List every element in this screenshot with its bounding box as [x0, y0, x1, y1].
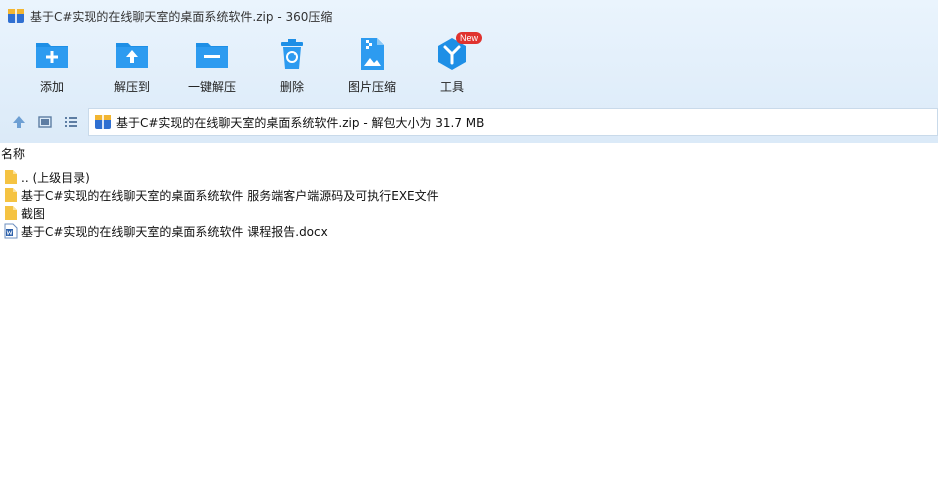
list-item-folder[interactable]: 基于C#实现的在线聊天室的桌面系统软件 服务端客户端源码及可执行EXE文件: [0, 186, 938, 204]
delete-button[interactable]: 删除: [252, 36, 332, 100]
up-level-button[interactable]: [10, 113, 28, 131]
word-doc-icon: [4, 223, 18, 239]
image-compress-icon: [361, 38, 384, 70]
list-item-file[interactable]: 基于C#实现的在线聊天室的桌面系统软件 课程报告.docx: [0, 222, 938, 240]
extract-to-button[interactable]: 解压到: [92, 36, 172, 100]
list-item-parent-dir[interactable]: .. (上级目录): [0, 168, 938, 186]
delete-label: 删除: [279, 80, 304, 94]
address-text: 基于C#实现的在线聊天室的桌面系统软件.zip - 解包大小为 31.7 MB: [116, 115, 485, 130]
one-click-extract-label: 一键解压: [187, 80, 236, 94]
tools-button[interactable]: New 工具: [412, 32, 492, 100]
image-compress-label: 图片压缩: [347, 80, 396, 94]
name-column-label: 名称: [1, 147, 26, 161]
one-click-extract-button[interactable]: 一键解压: [172, 36, 252, 100]
add-label: 添加: [39, 80, 64, 94]
list-item-label: 截图: [21, 206, 46, 221]
navigation-bar: 基于C#实现的在线聊天室的桌面系统软件.zip - 解包大小为 31.7 MB: [0, 106, 938, 138]
image-compress-button[interactable]: 图片压缩: [332, 36, 412, 100]
zip-archive-icon: [8, 9, 24, 23]
column-header-name[interactable]: 名称: [0, 143, 938, 164]
thumbnail-view-button[interactable]: [36, 113, 54, 131]
one-click-extract-icon: [196, 43, 228, 68]
folder-icon: [5, 170, 17, 184]
list-view-icon: [65, 117, 77, 127]
list-item-label: .. (上级目录): [21, 170, 90, 185]
extract-folder-icon: [116, 43, 148, 68]
title-bar: 基于C#实现的在线聊天室的桌面系统软件.zip - 360压缩: [0, 0, 938, 32]
add-button[interactable]: 添加: [12, 36, 92, 100]
thumbnail-view-icon: [38, 116, 52, 128]
folder-icon: [5, 188, 17, 202]
arrow-up-icon: [13, 116, 25, 128]
tools-label: 工具: [439, 80, 464, 94]
extract-to-label: 解压到: [113, 80, 150, 94]
list-view-button[interactable]: [62, 113, 80, 131]
address-bar[interactable]: 基于C#实现的在线聊天室的桌面系统软件.zip - 解包大小为 31.7 MB: [88, 108, 938, 136]
folder-icon: [5, 206, 17, 220]
window-title: 基于C#实现的在线聊天室的桌面系统软件.zip - 360压缩: [30, 9, 333, 24]
list-item-label: 基于C#实现的在线聊天室的桌面系统软件 课程报告.docx: [21, 224, 328, 239]
recycle-bin-icon: [281, 39, 303, 69]
add-folder-icon: [36, 43, 68, 68]
list-item-folder[interactable]: 截图: [0, 204, 938, 222]
zip-archive-icon: [95, 115, 111, 129]
list-item-label: 基于C#实现的在线聊天室的桌面系统软件 服务端客户端源码及可执行EXE文件: [21, 188, 439, 203]
new-badge: New: [456, 32, 483, 44]
file-list: .. (上级目录) 基于C#实现的在线聊天室的桌面系统软件 服务端客户端源码及可…: [0, 168, 938, 240]
